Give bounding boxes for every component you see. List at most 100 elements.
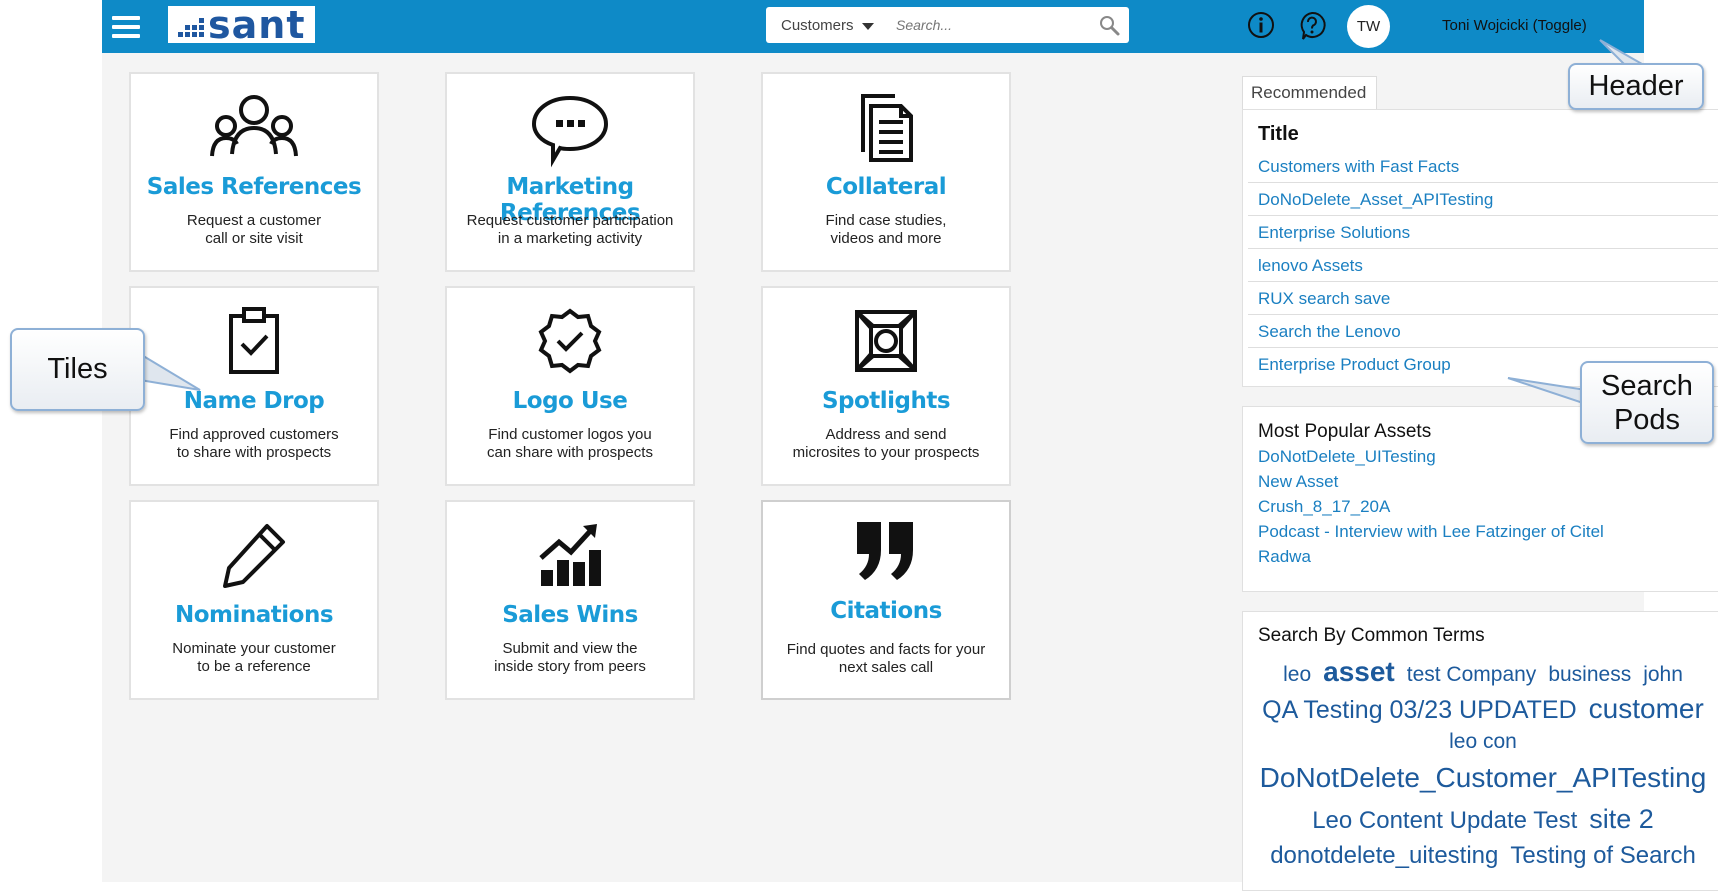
search-input[interactable] [896,17,1076,33]
tile-desc-line: Request a customer [186,212,322,229]
tag-cloud-row: leo asset test Company business john [1244,656,1718,688]
tag-link[interactable]: Leo Content Update Test [1312,807,1577,834]
tile-citations[interactable]: Citations Find quotes and facts for your… [761,500,1011,700]
tile-title: Sales Wins [502,602,638,628]
documents-icon [861,94,913,162]
callout-line: Search [1601,370,1693,402]
brand-logo[interactable]: sant [168,2,315,47]
most-popular-title: Most Popular Assets [1258,421,1432,442]
tile-desc-line: Find quotes and facts for your [786,641,986,658]
logo-dots-icon [178,18,204,37]
tag-cloud-row: QA Testing 03/23 UPDATED customer [1244,693,1718,725]
tag-link[interactable]: site 2 [1589,804,1654,834]
chevron-down-icon [861,22,874,30]
recommended-item[interactable]: RUX search save [1248,282,1718,315]
tile-desc-line: call or site visit [205,230,303,247]
tile-desc-line: in a marketing activity [497,230,643,247]
global-search: Customers [766,7,1129,43]
tile-spotlights[interactable]: Spotlights Address and send microsites t… [761,286,1011,486]
popular-asset-link[interactable]: Podcast - Interview with Lee Fatzinger o… [1258,522,1604,542]
tile-title: Logo Use [512,388,628,414]
pencil-icon [223,524,285,588]
recommended-item[interactable]: lenovo Assets [1248,249,1718,282]
tile-description: Find case studies, videos and more [773,212,999,248]
recommended-item[interactable]: Customers with Fast Facts [1248,150,1718,183]
app-canvas: sant Customers TW Toni Wojcicki (Toggle) [102,0,1718,891]
popular-asset-link[interactable]: Crush_8_17_20A [1258,497,1390,517]
callout-header: Header [1568,63,1704,110]
speech-bubble-icon [531,95,609,168]
column-header-title: Title [1258,123,1299,145]
recommended-item[interactable]: Enterprise Solutions [1248,216,1718,249]
tile-title: Name Drop [183,388,325,414]
quote-icon [857,522,913,580]
tag-link[interactable]: QA Testing 03/23 UPDATED [1262,696,1577,724]
spotlight-icon [855,310,917,372]
tag-cloud-row: leo con [1244,730,1718,754]
search-scope-label: Customers [781,16,854,34]
tag-link[interactable]: business [1548,663,1631,686]
logo-wordmark: sant [208,2,306,47]
people-icon [210,95,298,157]
popular-asset-link[interactable]: New Asset [1258,472,1338,492]
tag-link[interactable]: john [1643,663,1683,686]
tile-description: Find customer logos you can share with p… [457,426,683,462]
hamburger-menu-icon[interactable] [102,0,150,53]
tile-sales-wins[interactable]: Sales Wins Submit and view the inside st… [445,500,695,700]
badge-check-icon [538,308,602,374]
tile-title: Collateral [825,174,947,200]
tile-sales-references[interactable]: Sales References Request a customer call… [129,72,379,272]
tile-description: Submit and view the inside story from pe… [457,640,683,676]
callout-search-pods: Search Pods [1580,361,1714,444]
tag-link[interactable]: asset [1323,656,1395,687]
tile-desc-line: Request customer participation [466,212,674,229]
tile-desc-line: Find approved customers [169,426,339,443]
avatar[interactable]: TW [1347,5,1390,48]
tile-collateral[interactable]: Collateral Find case studies, videos and… [761,72,1011,272]
tag-link[interactable]: test Company [1407,663,1537,686]
tile-desc-line: Submit and view the [502,640,638,657]
growth-chart-icon [539,524,601,586]
tile-desc-line: microsites to your prospects [792,444,980,461]
popular-asset-link[interactable]: Radwa [1258,547,1311,567]
tag-link[interactable]: donotdelete_uitesting [1270,842,1498,869]
tag-link[interactable]: DoNotDelete_Customer_APITesting [1260,762,1707,793]
info-circle-icon[interactable] [1246,10,1276,40]
tile-nominations[interactable]: Nominations Nominate your customer to be… [129,500,379,700]
callout-line: Pods [1613,404,1681,436]
tile-desc-line: to be a reference [197,658,311,675]
tile-description: Request customer participation in a mark… [457,212,683,248]
question-bubble-icon[interactable] [1297,10,1327,40]
top-header-bar: sant Customers TW Toni Wojcicki (Toggle) [102,0,1644,53]
tile-desc-line: Address and send [825,426,947,443]
tag-link[interactable]: leo [1283,663,1311,686]
search-icon[interactable] [1099,15,1121,37]
tile-description: Find quotes and facts for your next sale… [773,641,999,677]
recommended-item[interactable]: DoNoDelete_Asset_APITesting [1248,183,1718,216]
tag-link[interactable]: customer [1589,693,1704,724]
tag-cloud-row: Leo Content Update Test site 2 [1244,804,1718,835]
callout-tiles: Tiles [10,328,145,411]
user-name-toggle[interactable]: Toni Wojcicki (Toggle) [1442,17,1587,34]
tile-logo-use[interactable]: Logo Use Find customer logos you can sha… [445,286,695,486]
tag-cloud-row: donotdelete_uitesting Testing of Search [1244,842,1718,870]
tile-description: Request a customer call or site visit [141,212,367,248]
tag-link[interactable]: leo con [1449,730,1517,753]
common-terms-title: Search By Common Terms [1258,625,1485,646]
tile-desc-line: next sales call [838,659,934,676]
clipboard-check-icon [229,307,279,374]
tile-name-drop[interactable]: Name Drop Find approved customers to sha… [129,286,379,486]
recommended-tabs: Recommended [1242,76,1378,109]
popular-asset-link[interactable]: DoNotDelete_UITesting [1258,447,1436,467]
tile-desc-line: inside story from peers [494,658,646,675]
tile-desc-line: Nominate your customer [172,640,336,657]
tag-cloud-row: DoNotDelete_Customer_APITesting [1244,762,1718,794]
search-scope-dropdown[interactable]: Customers [766,17,896,34]
tile-desc-line: Find customer logos you [488,426,652,443]
tile-marketing-references[interactable]: Marketing References Request customer pa… [445,72,695,272]
tag-link[interactable]: Testing of Search [1510,842,1695,869]
tab-recommended[interactable]: Recommended [1242,76,1378,109]
recommended-item[interactable]: Search the Lenovo [1248,315,1718,348]
tile-description: Find approved customers to share with pr… [141,426,367,462]
tile-description: Address and send microsites to your pros… [773,426,999,462]
